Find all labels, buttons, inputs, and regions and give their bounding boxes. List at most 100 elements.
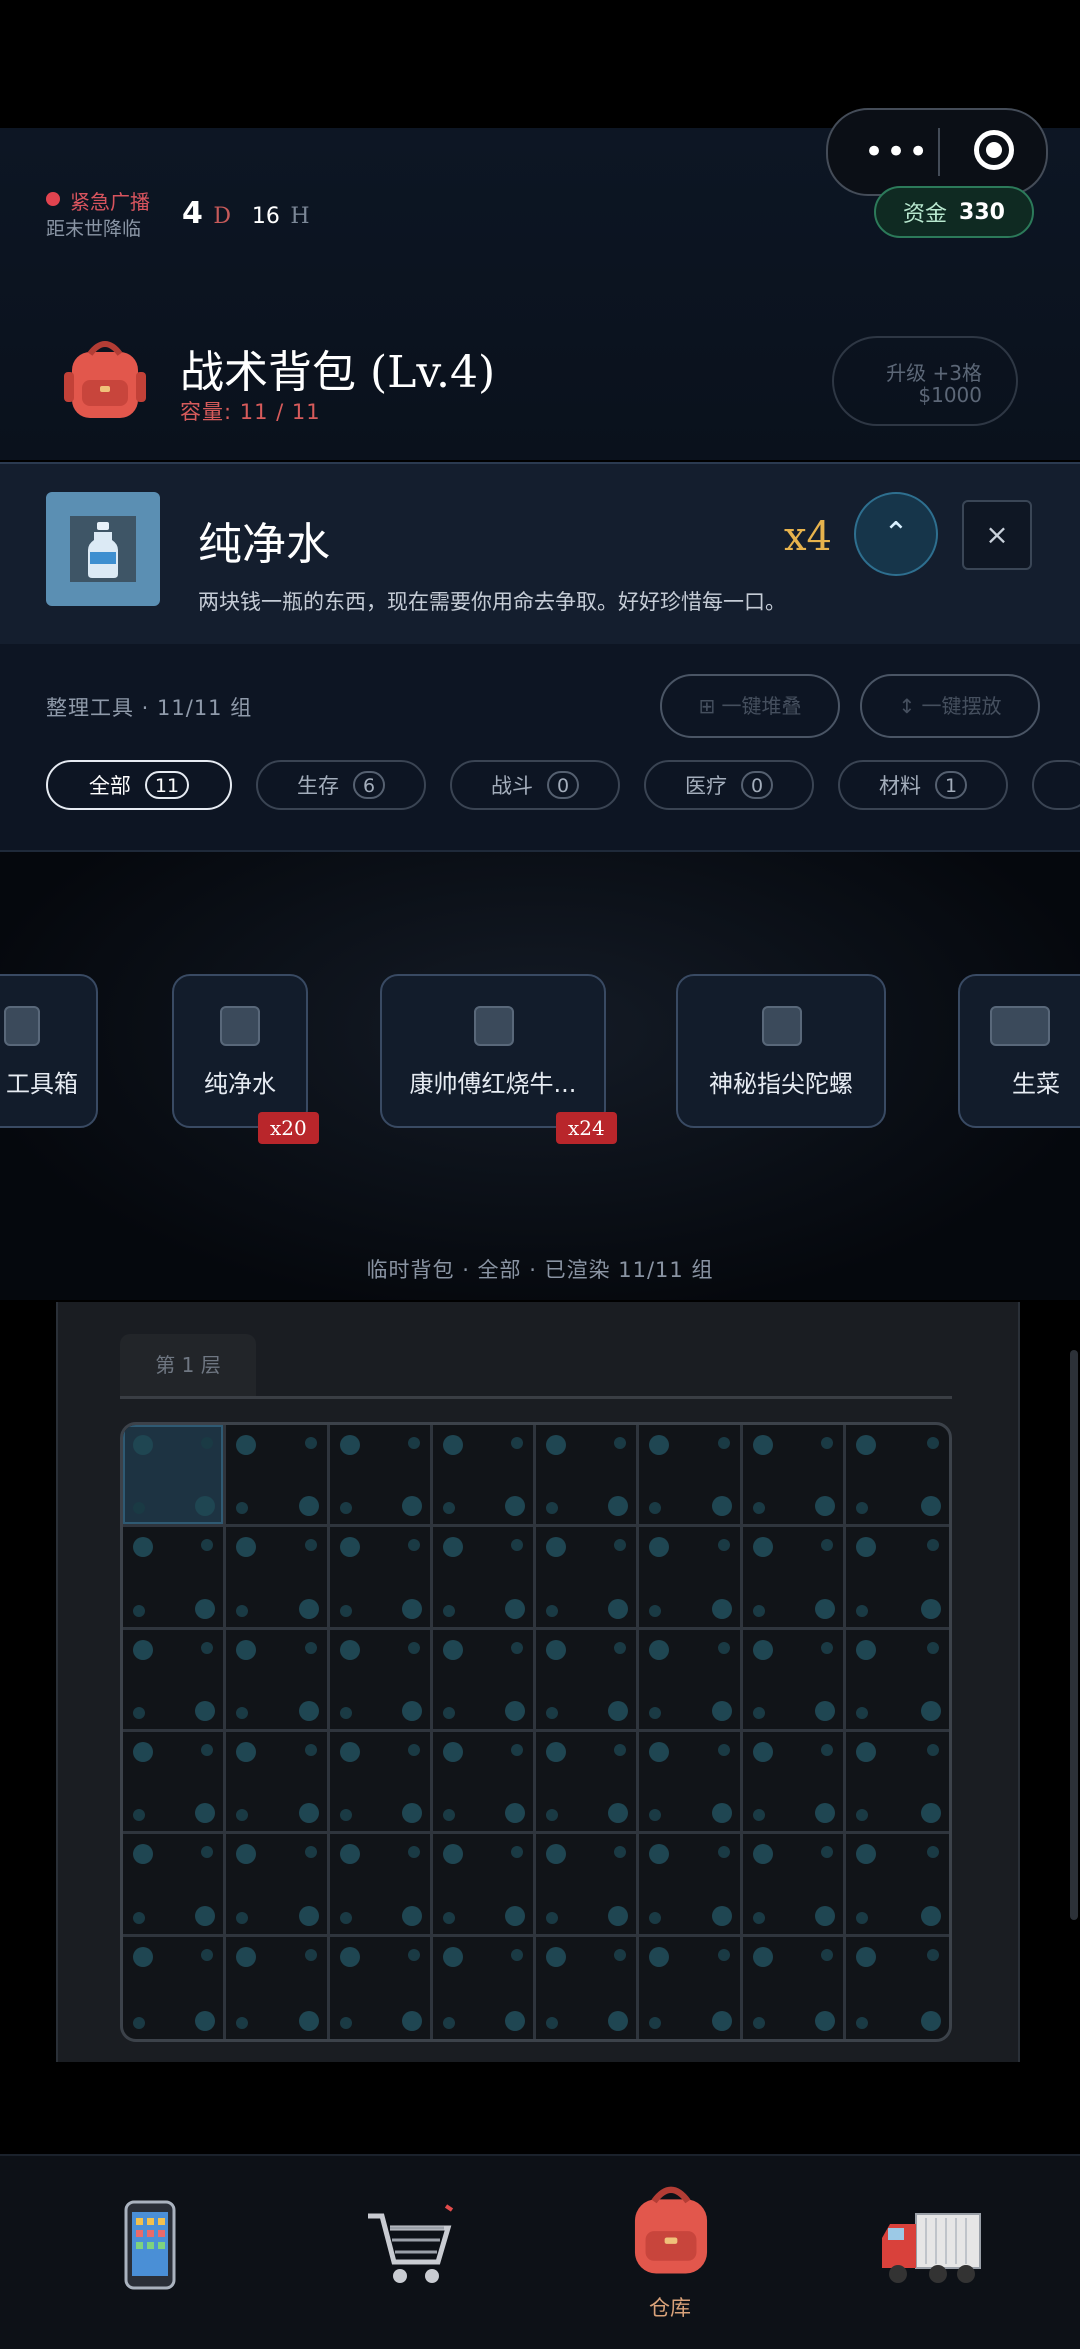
grid-cell[interactable] [226, 1527, 330, 1630]
grid-cell[interactable] [639, 1425, 743, 1528]
cell-dot [711, 1701, 732, 1721]
water-bottle-icon [220, 1006, 260, 1046]
grid-cell[interactable] [845, 1630, 949, 1732]
grid-cell[interactable] [123, 1834, 227, 1937]
cell-dot [752, 1844, 773, 1865]
grid-cell[interactable] [432, 1425, 536, 1528]
cart-icon[interactable] [360, 2194, 460, 2294]
filter-chip-all[interactable]: 全部 11 [46, 760, 232, 810]
grid-cell[interactable] [226, 1936, 330, 2039]
grid-cell[interactable] [433, 1936, 536, 2039]
grid-cell[interactable] [639, 1527, 743, 1630]
filter-chip-medical[interactable]: 医疗 0 [644, 760, 814, 810]
grid-cell[interactable] [536, 1834, 640, 1937]
auto-arrange-button[interactable]: ↕ 一键摆放 [860, 674, 1040, 738]
grid-cell[interactable] [226, 1834, 330, 1937]
grid-cell[interactable] [846, 1937, 949, 2039]
grid-cell[interactable] [226, 1425, 330, 1528]
filter-chip-survival[interactable]: 生存 6 [256, 760, 426, 810]
grid-cell[interactable] [123, 1732, 227, 1835]
cell-dot [855, 1742, 876, 1762]
grid-cell[interactable] [432, 1732, 536, 1835]
cell-dot [649, 1946, 670, 1967]
hours-unit: H [290, 204, 310, 229]
cell-dot [442, 1435, 463, 1455]
collapse-detail-button[interactable]: ⌃ [854, 492, 938, 576]
grid-cell[interactable] [226, 1732, 330, 1835]
grid-cell[interactable] [329, 1834, 433, 1937]
cell-dot [511, 1948, 523, 1961]
grid-cell[interactable] [536, 1425, 640, 1528]
grid-cell[interactable] [226, 1629, 330, 1732]
shelf-item-name: 神秘指尖陀螺 [709, 1070, 853, 1098]
grid-cell[interactable] [432, 1629, 536, 1732]
cell-dot [855, 1844, 876, 1865]
cell-dot [304, 1948, 317, 1961]
cell-dot [649, 1809, 662, 1822]
grid-cell[interactable] [845, 1425, 949, 1528]
upgrade-button[interactable]: 升级 +3格 $1000 [832, 336, 1018, 426]
grid-cell[interactable] [845, 1834, 949, 1937]
grid-cell[interactable] [536, 1732, 640, 1835]
grid-cell[interactable] [123, 1425, 227, 1528]
cell-dot [195, 1803, 216, 1824]
cell-dot [711, 1496, 732, 1517]
auto-stack-button[interactable]: ⊞ 一键堆叠 [660, 674, 840, 738]
grid-cell[interactable] [639, 1732, 743, 1835]
grid-cell[interactable] [742, 1425, 846, 1528]
close-detail-button[interactable]: × [962, 500, 1032, 570]
grid-cell[interactable] [123, 1936, 227, 2039]
grid-cell[interactable] [742, 1527, 846, 1630]
cell-dot [133, 1604, 145, 1617]
grid-cell[interactable] [536, 1527, 640, 1630]
shelf-item-lettuce[interactable]: 生菜 [958, 974, 1080, 1128]
cell-dot [339, 1844, 360, 1865]
layer-tab[interactable]: 第 1 层 [120, 1334, 256, 1396]
grid-cell[interactable] [329, 1527, 433, 1630]
grid-cell[interactable] [432, 1527, 536, 1630]
shelf-item-noodles[interactable]: 康帅傅红烧牛... [380, 974, 606, 1128]
cell-dot [201, 1641, 214, 1654]
grid-cell[interactable] [742, 1834, 846, 1937]
grid-cell[interactable] [123, 1629, 227, 1732]
days-unit: D [213, 204, 231, 229]
cell-dot [236, 1435, 257, 1455]
phone-icon[interactable] [100, 2194, 200, 2294]
grid-cell[interactable] [742, 1629, 846, 1732]
truck-icon[interactable] [876, 2194, 986, 2294]
grid-cell[interactable] [329, 1425, 433, 1528]
filter-chip-more[interactable] [1032, 760, 1080, 810]
filter-chip-material[interactable]: 材料 1 [838, 760, 1008, 810]
cell-dot [505, 1803, 525, 1824]
cell-dot [711, 1905, 732, 1926]
grid-cell[interactable] [743, 1936, 846, 2039]
cell-dot [236, 1946, 257, 1967]
grid-cell[interactable] [742, 1732, 846, 1835]
grid-cell[interactable] [432, 1834, 536, 1937]
grid-cell[interactable] [845, 1732, 949, 1835]
filter-chip-combat[interactable]: 战斗 0 [450, 760, 620, 810]
cell-dot [614, 1641, 627, 1654]
close-program-icon[interactable] [974, 130, 1014, 170]
scrollbar[interactable] [1070, 1350, 1078, 1920]
cell-dot [927, 1437, 939, 1449]
cell-dot [304, 1846, 317, 1859]
item-detail-image [46, 492, 160, 606]
backpack-icon[interactable] [618, 2176, 724, 2282]
grid-cell[interactable] [639, 1936, 743, 2039]
shelf-item-water[interactable]: 纯净水 [172, 974, 308, 1128]
shelf-item-toolbox[interactable]: 工具箱 [0, 974, 98, 1128]
shelf-item-fidget-spinner[interactable]: 神秘指尖陀螺 [676, 974, 886, 1128]
cell-dot [133, 1844, 153, 1865]
grid-cell[interactable] [536, 1629, 640, 1732]
item-count-badge: x20 [258, 1112, 319, 1144]
grid-cell[interactable] [330, 1936, 433, 2039]
grid-cell[interactable] [845, 1527, 949, 1630]
grid-cell[interactable] [639, 1629, 743, 1732]
more-icon[interactable]: ••• [864, 132, 930, 172]
grid-cell[interactable] [123, 1527, 227, 1630]
grid-cell[interactable] [536, 1936, 640, 2039]
grid-cell[interactable] [639, 1834, 743, 1937]
grid-cell[interactable] [329, 1629, 433, 1732]
grid-cell[interactable] [329, 1732, 433, 1835]
